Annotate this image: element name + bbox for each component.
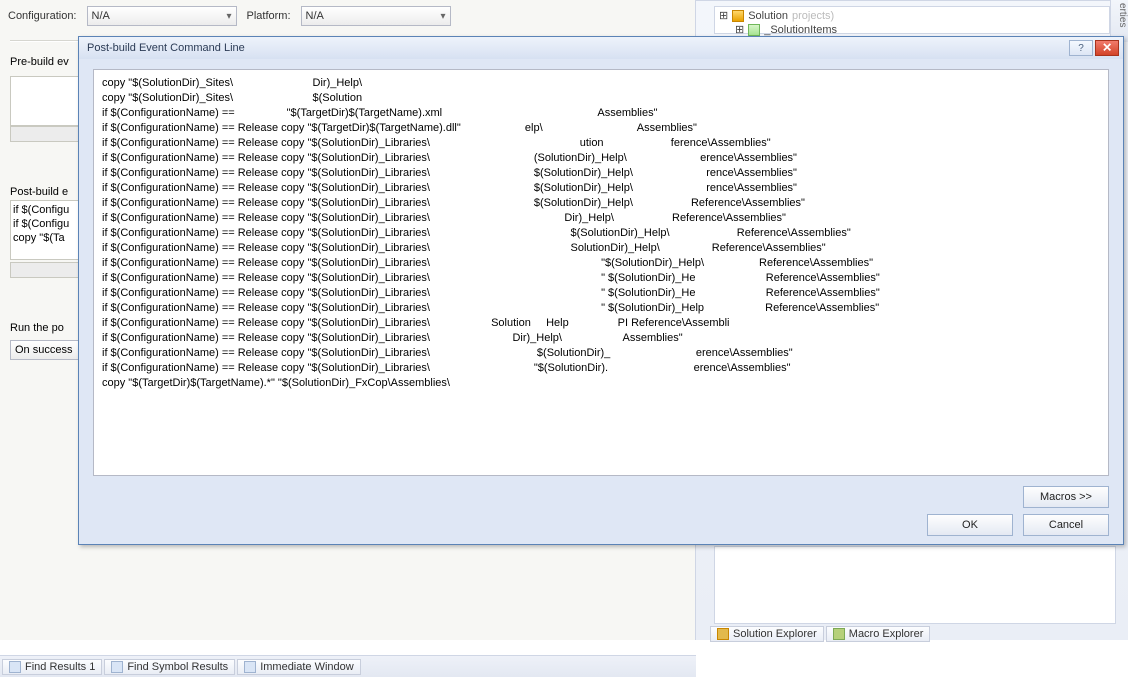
immediate-window-icon: [244, 661, 256, 673]
close-button[interactable]: ✕: [1095, 40, 1119, 56]
solution-explorer-tab[interactable]: Solution Explorer: [710, 626, 824, 642]
macro-explorer-icon: [833, 628, 845, 640]
solution-explorer-icon: [717, 628, 729, 640]
platform-combo[interactable]: N/A ▾: [301, 6, 451, 26]
tab-label: Solution Explorer: [733, 628, 817, 640]
run-postbuild-value: On success: [15, 344, 72, 356]
plus-icon[interactable]: ⊞: [719, 9, 728, 23]
macros-button[interactable]: Macros >>: [1023, 486, 1109, 508]
tab-label: Find Results 1: [25, 661, 95, 673]
plus-icon[interactable]: ⊞: [735, 23, 744, 37]
platform-value: N/A: [306, 10, 324, 22]
command-line-textarea[interactable]: copy "$(SolutionDir)_Sites\ Dir)_Help\ c…: [93, 69, 1109, 476]
dialog-titlebar[interactable]: Post-build Event Command Line ? ✕: [79, 37, 1123, 59]
configuration-label: Configuration:: [8, 10, 77, 22]
tab-label: Immediate Window: [260, 661, 354, 673]
configuration-combo[interactable]: N/A ▾: [87, 6, 237, 26]
solution-text[interactable]: Solution: [748, 9, 788, 23]
chevron-down-icon: ▾: [440, 11, 445, 22]
help-button[interactable]: ?: [1069, 40, 1093, 56]
folder-node: ⊞ _SolutionItems: [719, 23, 1105, 37]
find-symbol-icon: [111, 661, 123, 673]
tab-label: Find Symbol Results: [127, 661, 228, 673]
postbuild-section-label: Post-build e: [10, 186, 68, 198]
solution-explorer-body: [714, 546, 1116, 624]
configuration-value: N/A: [92, 10, 110, 22]
find-symbol-tab[interactable]: Find Symbol Results: [104, 659, 235, 675]
config-platform-row: Configuration: N/A ▾ Platform: N/A ▾: [8, 6, 451, 26]
bottom-tool-tabs: Find Results 1 Find Symbol Results Immed…: [0, 655, 696, 677]
folder-text[interactable]: _SolutionItems: [764, 23, 837, 37]
find-results-icon: [9, 661, 21, 673]
chevron-down-icon: ▾: [226, 11, 231, 22]
dialog-title: Post-build Event Command Line: [87, 42, 1067, 54]
solution-suffix: projects): [792, 9, 834, 23]
help-icon: ?: [1078, 43, 1084, 54]
solution-node: ⊞ Solution projects): [719, 9, 1105, 23]
cancel-button[interactable]: Cancel: [1023, 514, 1109, 536]
prebuild-section-label: Pre-build ev: [10, 56, 69, 68]
solution-icon: [732, 10, 744, 22]
platform-label: Platform:: [247, 10, 291, 22]
macro-explorer-tab[interactable]: Macro Explorer: [826, 626, 931, 642]
find-results-tab[interactable]: Find Results 1: [2, 659, 102, 675]
solution-explorer-tree[interactable]: ⊞ Solution projects) ⊞ _SolutionItems: [714, 6, 1110, 34]
postbuild-dialog: Post-build Event Command Line ? ✕ copy "…: [78, 36, 1124, 545]
run-label: Run the po: [10, 322, 64, 334]
folder-icon: [748, 24, 760, 36]
tab-label: Macro Explorer: [849, 628, 924, 640]
ok-button[interactable]: OK: [927, 514, 1013, 536]
close-icon: ✕: [1102, 41, 1112, 54]
immediate-window-tab[interactable]: Immediate Window: [237, 659, 361, 675]
